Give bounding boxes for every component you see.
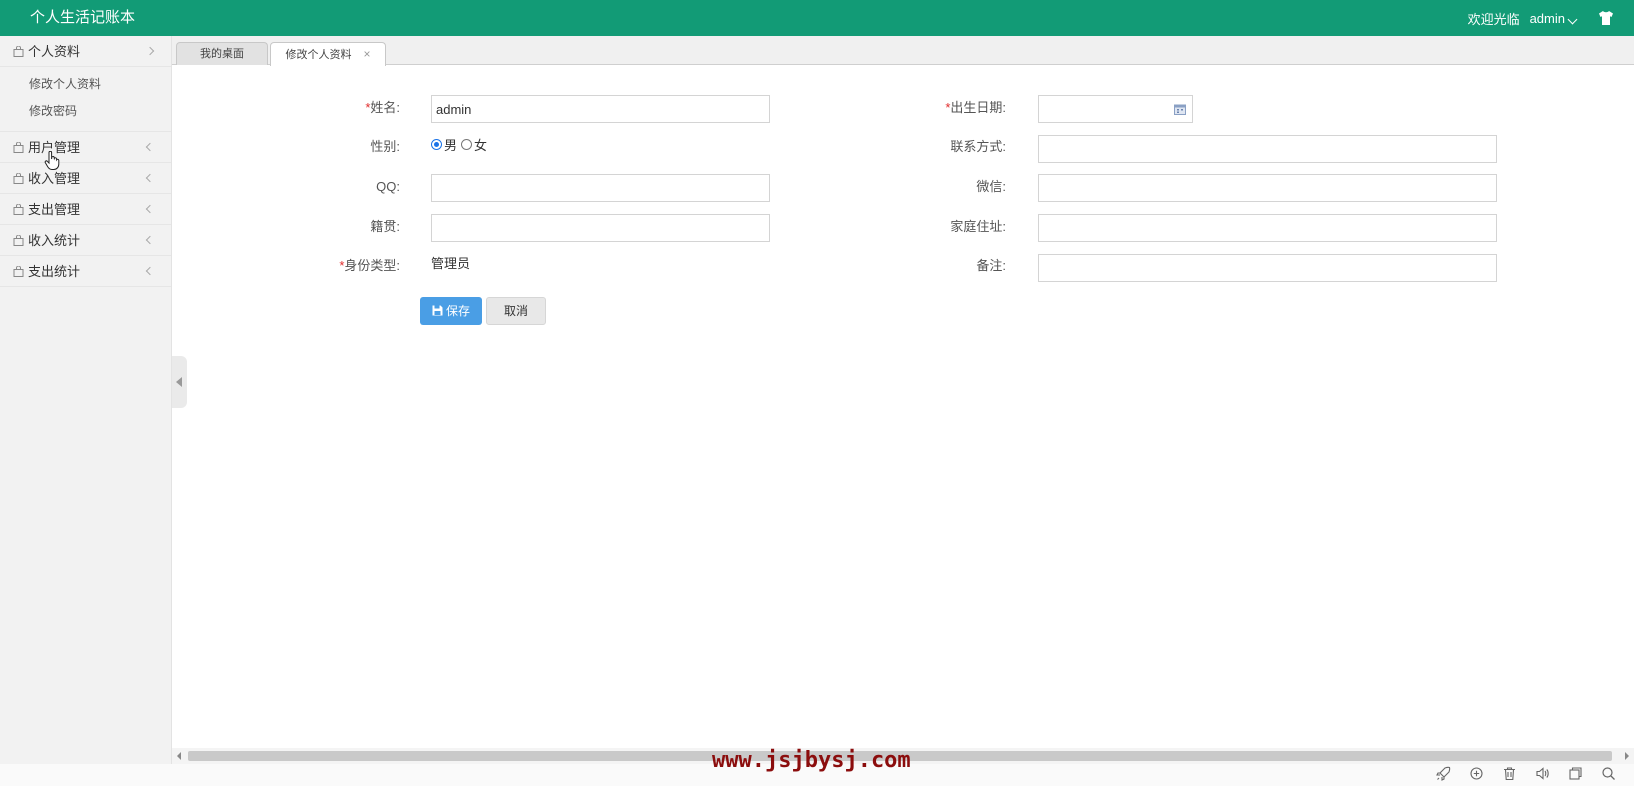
gender-male-radio[interactable] [431,138,442,150]
sidebar-subitem-edit-profile[interactable]: 修改个人资料 [0,71,171,98]
identity-value: 管理员 [431,256,471,271]
sidebar-item-label: 个人资料 [28,44,81,59]
qq-label: QQ: [376,179,400,194]
chevron-left-icon [145,235,155,245]
calendar-icon[interactable] [1174,104,1186,115]
triangle-left-icon [176,377,182,387]
app-title: 个人生活记账本 [30,9,136,26]
sidebar-item-income-stats[interactable]: 收入统计 [0,225,171,256]
sidebar-item-label: 收入统计 [28,233,81,248]
cancel-button[interactable]: 取消 [486,297,546,325]
label-text: 姓名: [370,100,400,115]
watermark: www.jsjbysj.com [712,748,911,773]
contact-label: 联系方式: [950,139,1006,154]
origin-input[interactable] [431,214,770,242]
welcome-text: 欢迎光临 [1467,11,1520,27]
gender-label: 性别: [370,139,400,154]
username: admin [1529,10,1565,26]
birthdate-input[interactable] [1038,95,1193,123]
save-button[interactable]: 保存 [420,297,482,325]
chevron-right-icon [145,46,155,56]
theme-shirt-icon[interactable] [1598,11,1614,25]
scroll-right-icon[interactable] [1625,752,1629,760]
rocket-icon[interactable] [1436,766,1451,781]
bag-icon [13,204,24,215]
name-label: *姓名: [280,94,400,122]
tab-bar: 我的桌面 修改个人资料 × [172,36,1634,66]
wechat-label: 微信: [976,179,1006,194]
sidebar-item-income[interactable]: 收入管理 [0,163,171,194]
name-input[interactable] [431,95,770,123]
tab-label: 修改个人资料 [285,49,352,61]
qq-input[interactable] [431,174,770,202]
user-menu[interactable]: admin [1530,11,1590,26]
tab-label: 我的桌面 [200,48,244,60]
bag-icon [13,235,24,246]
bag-icon [13,142,24,153]
scroll-left-icon[interactable] [177,752,181,760]
address-input[interactable] [1038,214,1497,242]
gender-female-radio[interactable] [461,138,473,150]
gender-female-label: 女 [474,137,488,153]
address-label: 家庭住址: [950,219,1006,234]
remark-input[interactable] [1038,254,1497,282]
search-icon[interactable] [1601,766,1616,781]
chevron-left-icon [145,266,155,276]
bag-icon [13,173,24,184]
floppy-disk-icon [432,305,443,316]
bag-icon [13,46,24,57]
sidebar: 个人资料 修改个人资料 修改密码 用户管理 收入管理 支出管理 收入统计 支出统… [0,36,172,764]
top-header: 个人生活记账本 欢迎光临 admin [0,0,1634,36]
sidebar-item-label: 收入管理 [28,171,81,186]
gender-radio-group: 男 女 [431,130,491,158]
trash-icon[interactable] [1502,766,1517,781]
chevron-down-icon [1567,14,1578,24]
label-text: 出生日期: [950,100,1006,115]
close-icon[interactable]: × [363,47,370,61]
bottom-tool-icons [1436,766,1616,781]
sidebar-subitem-change-password[interactable]: 修改密码 [0,98,171,125]
contact-input[interactable] [1038,135,1497,163]
window-icon[interactable] [1568,766,1583,781]
label-text: 身份类型: [344,258,400,273]
chevron-left-icon [145,204,155,214]
sidebar-item-profile[interactable]: 个人资料 [0,36,171,67]
identity-label: *身份类型: [280,252,400,280]
chevron-left-icon [145,142,155,152]
remark-label: 备注: [976,258,1006,273]
sidebar-item-label: 支出统计 [28,264,81,279]
gender-male-label: 男 [444,137,458,153]
save-label: 保存 [445,304,470,318]
sidebar-item-users[interactable]: 用户管理 [0,132,171,163]
origin-label: 籍贯: [370,219,400,234]
tab-edit-profile[interactable]: 修改个人资料 × [270,42,386,66]
bag-icon [13,266,24,277]
sidebar-item-expense[interactable]: 支出管理 [0,194,171,225]
sidebar-item-label: 支出管理 [28,202,81,217]
sidebar-item-expense-stats[interactable]: 支出统计 [0,256,171,287]
sidebar-collapse-handle[interactable] [172,356,187,408]
header-user-area: 欢迎光临 admin [1468,0,1614,36]
hand-cursor-icon [44,151,60,170]
wechat-input[interactable] [1038,174,1497,202]
birthdate-label: *出生日期: [886,94,1006,122]
profile-submenu: 修改个人资料 修改密码 [0,67,171,132]
chevron-left-icon [145,173,155,183]
add-record-icon[interactable] [1469,766,1484,781]
tab-my-desktop[interactable]: 我的桌面 [176,42,268,65]
speaker-icon[interactable] [1535,766,1550,781]
